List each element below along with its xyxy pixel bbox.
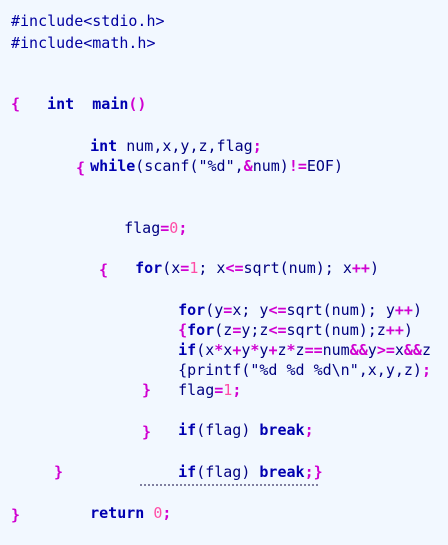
int-keyword: int (47, 95, 75, 113)
assign-op: = (160, 219, 170, 237)
flag-init: flag=0; (88, 198, 187, 237)
semicolon: ; (304, 421, 314, 439)
while-open-brace: { (76, 159, 86, 177)
break-keyword: break (259, 463, 305, 481)
semicolon: ; (162, 504, 172, 522)
main-signature: int main() (11, 74, 146, 113)
include-stdio: #include<stdio.h> (11, 12, 165, 30)
eof-token: EOF) (306, 157, 343, 175)
clipped-text-fragment (140, 484, 318, 489)
le-op: <= (225, 259, 244, 277)
for-x-init: (x (162, 259, 181, 277)
for-y-line: for(y=x; y<=sqrt(num); y++) (142, 280, 422, 319)
rparen: ) (369, 259, 379, 277)
for-z-line: {for(z=y;z<=sqrt(num);z++) (142, 300, 413, 339)
code-editor[interactable]: #include<stdio.h> #include<math.h> int m… (0, 0, 448, 545)
semicolon: ; (421, 361, 431, 379)
for-keyword: for (135, 259, 163, 277)
if-flag-break-2: if(flag) break;} (142, 442, 323, 481)
include-math: #include<math.h> (11, 34, 156, 52)
if-condition-line: if(x*x+y*y+z*z==num&&y>=x&&z (142, 320, 431, 359)
while-line: while(scanf("%d",&num)!=EOF) (54, 136, 343, 175)
zero-literal: 0 (169, 219, 179, 237)
return-value: 0 (144, 504, 163, 522)
for-x-cond: ; x (198, 259, 226, 277)
while-close-brace: } (54, 463, 64, 481)
scanf-arg: num) (252, 157, 289, 175)
while-keyword: while (90, 157, 136, 175)
if-keyword: if (178, 421, 197, 439)
for-x-limit: sqrt(num); x (243, 259, 352, 277)
one-literal: 1 (189, 259, 199, 277)
assign-op: = (214, 381, 224, 399)
flag-check: (flag) (196, 463, 260, 481)
break-keyword: break (259, 421, 305, 439)
for-z-close-brace: } (142, 423, 152, 441)
flag-var: flag (178, 381, 215, 399)
for-x-line: for(x=1; x<=sqrt(num); x++) (99, 238, 379, 277)
return-keyword: return (90, 504, 145, 522)
if-close-brace: } (142, 381, 152, 399)
flag-set: flag=1; (142, 360, 241, 399)
if-keyword: if (178, 463, 197, 481)
main-close-brace: } (11, 506, 21, 524)
inc-op: ++ (351, 259, 370, 277)
semicolon: ; (232, 381, 242, 399)
for-x-open-brace: { (99, 261, 109, 279)
flag-check: (flag) (196, 421, 260, 439)
main-name: main (92, 95, 129, 113)
semicolon: ; (178, 219, 188, 237)
close-brace: } (313, 463, 323, 481)
scanf-call: (scanf("%d", (135, 157, 244, 175)
if-flag-break-1: if(flag) break; (142, 400, 313, 439)
main-open-brace: { (11, 95, 21, 113)
one-literal: 1 (223, 381, 233, 399)
rparen: ) (412, 301, 422, 319)
main-parens: () (128, 95, 147, 113)
declaration-line: int num,x,y,z,flag; (54, 116, 262, 155)
ampersand: & (243, 157, 253, 175)
flag-var: flag (124, 219, 161, 237)
assign-op: = (180, 259, 190, 277)
printf-line: {printf("%d %d %d\n",x,y,z); (142, 340, 431, 379)
not-equal: != (288, 157, 307, 175)
semicolon: ; (304, 463, 314, 481)
